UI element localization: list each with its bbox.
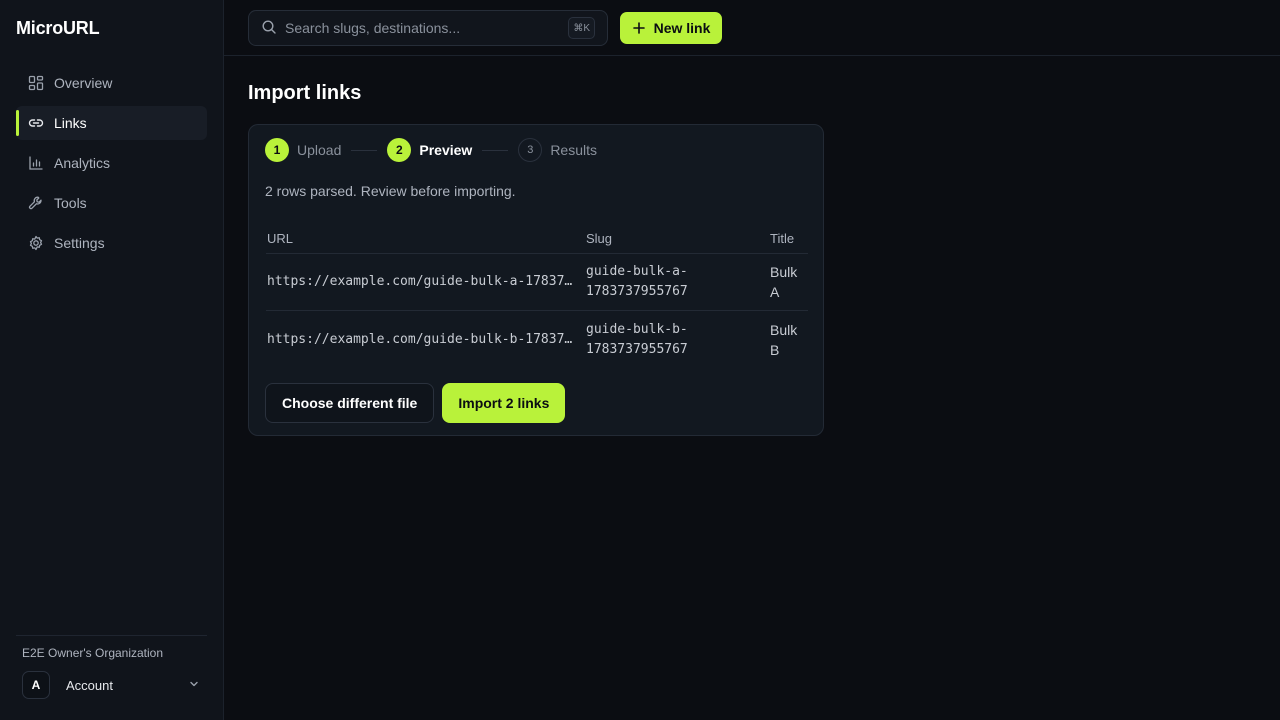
url-cell: https://example.com/guide-bulk-a-1783737… (267, 274, 578, 289)
slug-line: guide-bulk-b- (586, 321, 688, 337)
sidebar-item-settings[interactable]: Settings (16, 226, 207, 260)
title-line: Bulk (770, 264, 798, 280)
sidebar-item-analytics[interactable]: Analytics (16, 146, 207, 180)
link-icon (28, 115, 44, 131)
column-header-slug: Slug (586, 230, 613, 246)
slug-cell: guide-bulk-a- 1783737955767 (586, 262, 770, 302)
wrench-icon (28, 195, 44, 211)
app-logo[interactable]: MicroURL (16, 18, 100, 39)
import-card: 1 Upload 2 Preview 3 Results 2 rows pars… (248, 124, 824, 436)
keyboard-shortcut-hint: ⌘K (568, 17, 595, 39)
step-divider (351, 149, 378, 151)
sidebar-item-links[interactable]: Links (16, 106, 207, 140)
search-box[interactable]: ⌘K (248, 10, 608, 46)
sidebar-item-label: Overview (54, 75, 113, 91)
table-header: URL Slug Title (266, 223, 808, 254)
step-preview: 2 Preview (387, 138, 472, 162)
sidebar-footer: E2E Owner's Organization A Account (16, 635, 207, 700)
import-links-button[interactable]: Import 2 links (442, 383, 566, 423)
organization-name: E2E Owner's Organization (22, 646, 164, 660)
step-number: 3 (518, 138, 543, 162)
url-cell: https://example.com/guide-bulk-b-1783737… (267, 331, 578, 347)
title-cell: Bulk A (770, 262, 808, 302)
sidebar-item-label: Settings (54, 235, 105, 251)
sidebar-item-label: Analytics (54, 155, 111, 171)
search-icon (261, 19, 277, 38)
slug-cell: guide-bulk-b- 1783737955767 (586, 320, 770, 360)
sidebar-item-label: Tools (54, 195, 87, 211)
stepper: 1 Upload 2 Preview 3 Results (265, 137, 597, 163)
card-actions: Choose different file Import 2 links (265, 383, 566, 423)
search-input[interactable] (285, 20, 555, 36)
sidebar-item-label: Links (54, 115, 87, 131)
bar-chart-icon (28, 155, 44, 171)
plus-icon (632, 22, 645, 34)
title-line: Bulk (770, 321, 798, 338)
step-number: 1 (265, 138, 289, 162)
parse-summary: 2 rows parsed. Review before importing. (265, 183, 516, 199)
avatar: A (22, 671, 50, 699)
step-divider (482, 149, 509, 151)
step-upload: 1 Upload (265, 138, 341, 162)
top-bar: ⌘K New link (224, 0, 1280, 56)
column-header-url: URL (267, 230, 294, 246)
table-row: https://example.com/guide-bulk-b-1783737… (266, 311, 808, 368)
sidebar-item-tools[interactable]: Tools (16, 186, 207, 220)
step-results: 3 Results (518, 138, 597, 162)
step-label: Results (550, 142, 597, 158)
slug-line: 1783737955767 (586, 284, 688, 299)
new-link-button[interactable]: New link (620, 12, 722, 44)
gear-icon (28, 235, 44, 251)
new-link-label: New link (653, 20, 711, 36)
slug-line: guide-bulk-a- (586, 264, 688, 279)
choose-different-file-button[interactable]: Choose different file (265, 383, 435, 423)
account-menu[interactable]: A Account (16, 670, 207, 700)
grid-icon (28, 75, 44, 91)
page-title: Import links (248, 82, 362, 104)
title-line: A (770, 284, 780, 300)
slug-line: 1783737955767 (586, 341, 688, 357)
step-label: Preview (419, 142, 473, 158)
sidebar: MicroURL Overview Links Analytics Tools … (0, 0, 224, 720)
preview-table: URL Slug Title https://example.com/guide… (266, 223, 808, 368)
column-header-title: Title (770, 230, 795, 246)
table-row: https://example.com/guide-bulk-a-1783737… (266, 254, 808, 311)
step-label: Upload (297, 142, 342, 158)
sidebar-nav: Overview Links Analytics Tools Settings (16, 66, 207, 266)
sidebar-item-overview[interactable]: Overview (16, 66, 207, 100)
title-cell: Bulk B (770, 320, 808, 360)
step-number: 2 (387, 138, 412, 162)
account-label: Account (66, 677, 113, 693)
chevron-down-icon (187, 677, 207, 694)
title-line: B (770, 341, 780, 358)
